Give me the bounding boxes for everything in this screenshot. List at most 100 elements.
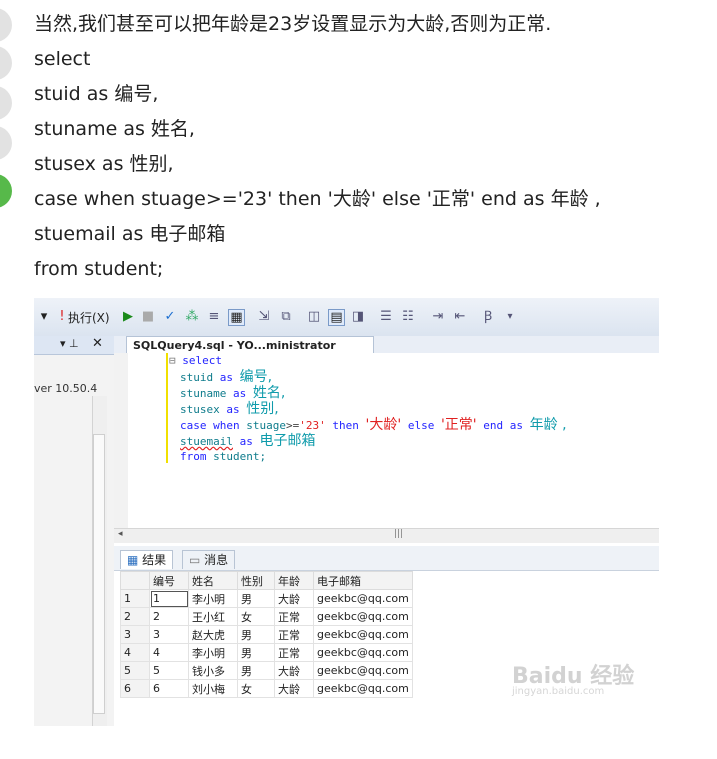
sql-line-4: stusex as 性别, bbox=[34, 153, 174, 175]
intro-text: 当然,我们甚至可以把年龄是23岁设置显示为大龄,否则为正常. bbox=[34, 13, 552, 35]
table-row[interactable]: 2 2 王小红 女 正常 geekbc@qq.com bbox=[120, 607, 413, 626]
specify-values-icon[interactable]: Ꞵ bbox=[480, 309, 496, 325]
step-dot-3 bbox=[0, 86, 12, 120]
parse-check-icon[interactable]: ✓ bbox=[162, 309, 178, 325]
cell-sex[interactable]: 男 bbox=[237, 625, 275, 644]
sql-line-2: stuid as 编号, bbox=[34, 83, 159, 105]
row-number[interactable]: 1 bbox=[120, 589, 150, 608]
baidu-watermark-url: jingyan.baidu.com bbox=[512, 686, 605, 697]
cell-sex[interactable]: 女 bbox=[237, 607, 275, 626]
sql-line-6: stuemail as 电子邮箱 bbox=[34, 223, 226, 245]
col-header[interactable]: 年龄 bbox=[274, 571, 314, 590]
results-grid-icon[interactable]: ▦ bbox=[228, 309, 245, 326]
indent-icon[interactable]: ⇥ bbox=[430, 309, 446, 325]
include-plan-icon[interactable]: ◫ bbox=[306, 309, 322, 325]
cell-id[interactable]: 5 bbox=[149, 661, 189, 680]
cell-id[interactable]: 4 bbox=[149, 643, 189, 662]
server-node[interactable]: ver 10.50.4 bbox=[34, 382, 97, 395]
cell-age[interactable]: 正常 bbox=[274, 607, 314, 626]
results-file-icon[interactable]: ⇲ bbox=[256, 309, 272, 325]
ssms-toolbar: ▾ ! 执行(X) ▶ ■ ✓ ⁂ ≡ ▦ ⇲ ⧉ ◫ ▤ ◨ ☰ ☷ ⇥ ⇤ … bbox=[34, 298, 659, 337]
sql-line-5: case when stuage>='23' then '大龄' else '正… bbox=[34, 188, 601, 210]
outdent-icon[interactable]: ⇤ bbox=[452, 309, 468, 325]
toolbar-overflow-icon[interactable]: ▾ bbox=[502, 309, 518, 325]
table-row[interactable]: 4 4 李小明 男 正常 geekbc@qq.com bbox=[120, 643, 413, 662]
cell-name[interactable]: 刘小梅 bbox=[188, 679, 238, 698]
col-header[interactable]: 姓名 bbox=[188, 571, 238, 590]
code-line-4: stusex as 性别, bbox=[180, 401, 279, 417]
object-explorer-scroll-thumb[interactable] bbox=[93, 434, 105, 714]
cell-email[interactable]: geekbc@qq.com bbox=[313, 643, 413, 662]
col-header[interactable]: 电子邮箱 bbox=[313, 571, 413, 590]
row-number[interactable]: 5 bbox=[120, 661, 150, 680]
code-line-5: case when stuage>='23' then '大龄' else '正… bbox=[180, 417, 567, 433]
dropdown-arrow-icon[interactable]: ▾ bbox=[36, 309, 52, 325]
intellisense-icon[interactable]: ⧉ bbox=[278, 309, 294, 325]
cell-age[interactable]: 正常 bbox=[274, 643, 314, 662]
collapse-icon[interactable]: ⊟ bbox=[169, 354, 176, 367]
editor-gutter bbox=[114, 353, 128, 528]
message-icon: ▭ bbox=[189, 553, 201, 567]
cell-sex[interactable]: 男 bbox=[237, 589, 275, 608]
row-number[interactable]: 3 bbox=[120, 625, 150, 644]
cell-age[interactable]: 大龄 bbox=[274, 661, 314, 680]
close-icon[interactable]: ✕ bbox=[92, 336, 103, 351]
cell-name[interactable]: 李小明 bbox=[188, 589, 238, 608]
cell-age[interactable]: 大龄 bbox=[274, 679, 314, 698]
cell-sex[interactable]: 男 bbox=[237, 661, 275, 680]
table-row[interactable]: 3 3 赵大虎 男 正常 geekbc@qq.com bbox=[120, 625, 413, 644]
cell-name[interactable]: 赵大虎 bbox=[188, 625, 238, 644]
options-icon[interactable]: ◨ bbox=[350, 309, 366, 325]
query-editor[interactable]: ⊟ select stuid as 编号, stuname as 姓名, stu… bbox=[114, 353, 659, 528]
cell-email[interactable]: geekbc@qq.com bbox=[313, 607, 413, 626]
comment-icon[interactable]: ☰ bbox=[378, 309, 394, 325]
col-header[interactable]: 性别 bbox=[237, 571, 275, 590]
row-number[interactable]: 6 bbox=[120, 679, 150, 698]
query-plan-icon[interactable]: ⁂ bbox=[184, 309, 200, 325]
uncomment-icon[interactable]: ☷ bbox=[400, 309, 416, 325]
cell-id[interactable]: 3 bbox=[149, 625, 189, 644]
table-row[interactable]: 5 5 钱小多 男 大龄 geekbc@qq.com bbox=[120, 661, 413, 680]
pin-icon[interactable]: ▾ ⊥ bbox=[60, 337, 79, 350]
cell-name[interactable]: 钱小多 bbox=[188, 661, 238, 680]
table-row[interactable]: 6 6 刘小梅 女 大龄 geekbc@qq.com bbox=[120, 679, 413, 698]
cell-sex[interactable]: 男 bbox=[237, 643, 275, 662]
cell-id[interactable]: 6 bbox=[149, 679, 189, 698]
sql-line-1: select bbox=[34, 48, 91, 70]
cell-id[interactable]: 2 bbox=[149, 607, 189, 626]
step-dot-4 bbox=[0, 126, 12, 160]
execute-button[interactable]: 执行(X) bbox=[68, 308, 110, 328]
scroll-left-icon[interactable]: ◂ bbox=[118, 529, 123, 539]
table-row[interactable]: 1 1 李小明 男 大龄 geekbc@qq.com bbox=[120, 589, 413, 608]
col-header[interactable]: 编号 bbox=[149, 571, 189, 590]
cell-email[interactable]: geekbc@qq.com bbox=[313, 589, 413, 608]
results-grid[interactable]: 编号 姓名 性别 年龄 电子邮箱 1 1 李小明 男 大龄 geekbc@qq.… bbox=[120, 571, 413, 698]
cell-email[interactable]: geekbc@qq.com bbox=[313, 679, 413, 698]
results-text-icon[interactable]: ≡ bbox=[206, 309, 222, 325]
client-stats-icon[interactable]: ▤ bbox=[328, 309, 345, 326]
debug-play-icon[interactable]: ▶ bbox=[120, 309, 136, 325]
cell-age[interactable]: 正常 bbox=[274, 625, 314, 644]
cell-id[interactable]: 1 bbox=[149, 589, 189, 608]
cell-email[interactable]: geekbc@qq.com bbox=[313, 625, 413, 644]
tab-messages[interactable]: ▭ 消息 bbox=[182, 550, 236, 569]
scroll-grip-icon[interactable]: ||| bbox=[394, 529, 403, 539]
ssms-screenshot: ▾ ! 执行(X) ▶ ■ ✓ ⁂ ≡ ▦ ⇲ ⧉ ◫ ▤ ◨ ☰ ☷ ⇥ ⇤ … bbox=[34, 298, 659, 726]
tab-sqlquery4[interactable]: SQLQuery4.sql - YO...ministrator (53))* bbox=[126, 336, 374, 369]
object-explorer-header: ▾ ⊥ ✕ bbox=[34, 336, 114, 355]
row-number[interactable]: 2 bbox=[120, 607, 150, 626]
cell-email[interactable]: geekbc@qq.com bbox=[313, 661, 413, 680]
cell-name[interactable]: 李小明 bbox=[188, 643, 238, 662]
step-dot-1 bbox=[0, 8, 12, 42]
row-number[interactable]: 4 bbox=[120, 643, 150, 662]
cell-name[interactable]: 王小红 bbox=[188, 607, 238, 626]
grid-corner bbox=[120, 571, 150, 590]
code-line-6: stuemail as 电子邮箱 bbox=[180, 433, 316, 449]
cell-age[interactable]: 大龄 bbox=[274, 589, 314, 608]
code-line-1: ⊟ select bbox=[169, 354, 222, 367]
cell-sex[interactable]: 女 bbox=[237, 679, 275, 698]
stop-icon[interactable]: ■ bbox=[140, 309, 156, 325]
step-dot-2 bbox=[0, 46, 12, 80]
editor-hscrollbar[interactable]: ◂ ||| bbox=[114, 528, 659, 543]
tab-results[interactable]: ▦ 结果 bbox=[120, 550, 174, 569]
